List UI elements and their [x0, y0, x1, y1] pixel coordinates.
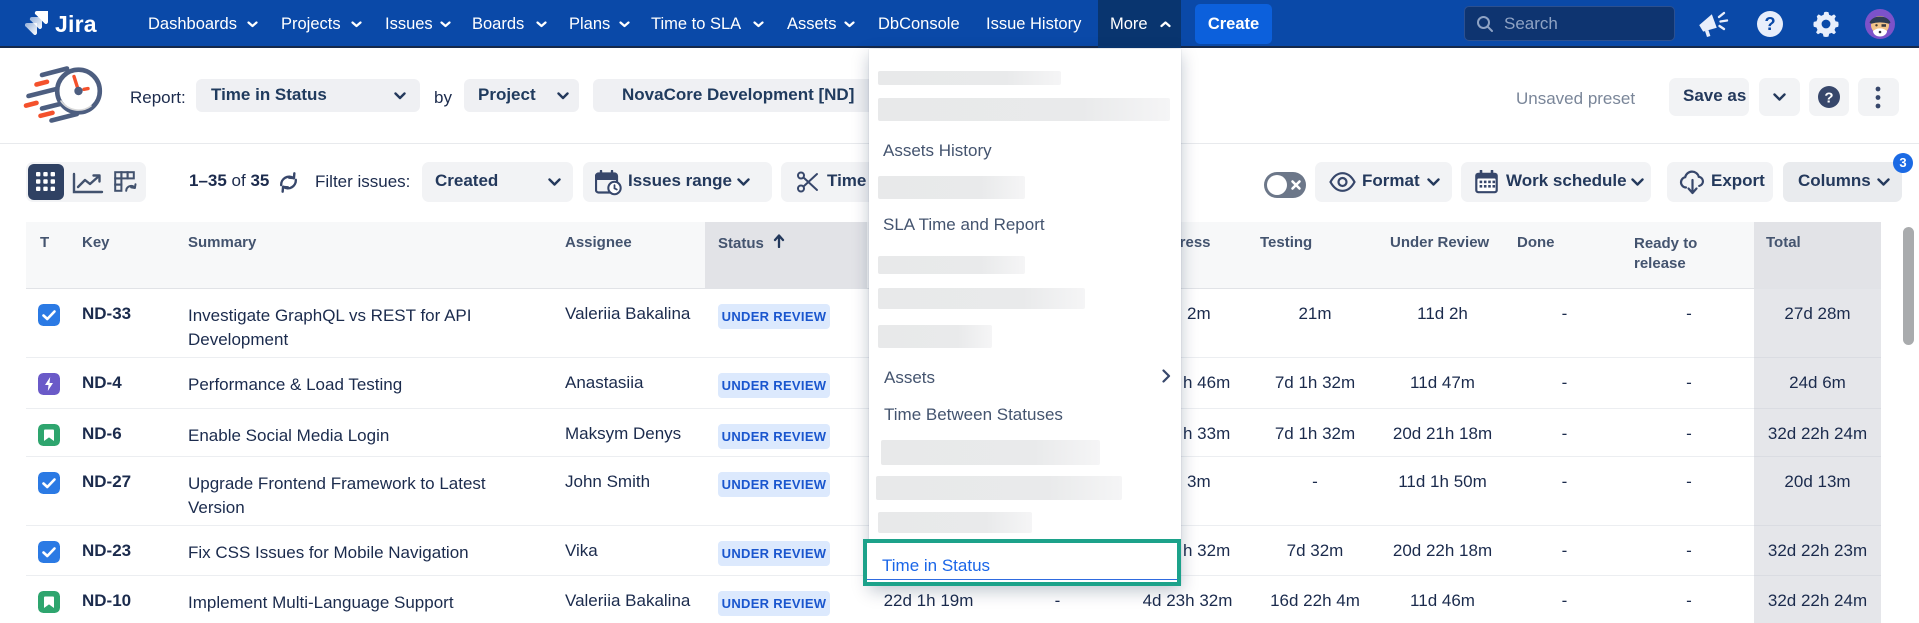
- svg-text:?: ?: [1824, 90, 1833, 107]
- svg-text:?: ?: [1764, 13, 1775, 34]
